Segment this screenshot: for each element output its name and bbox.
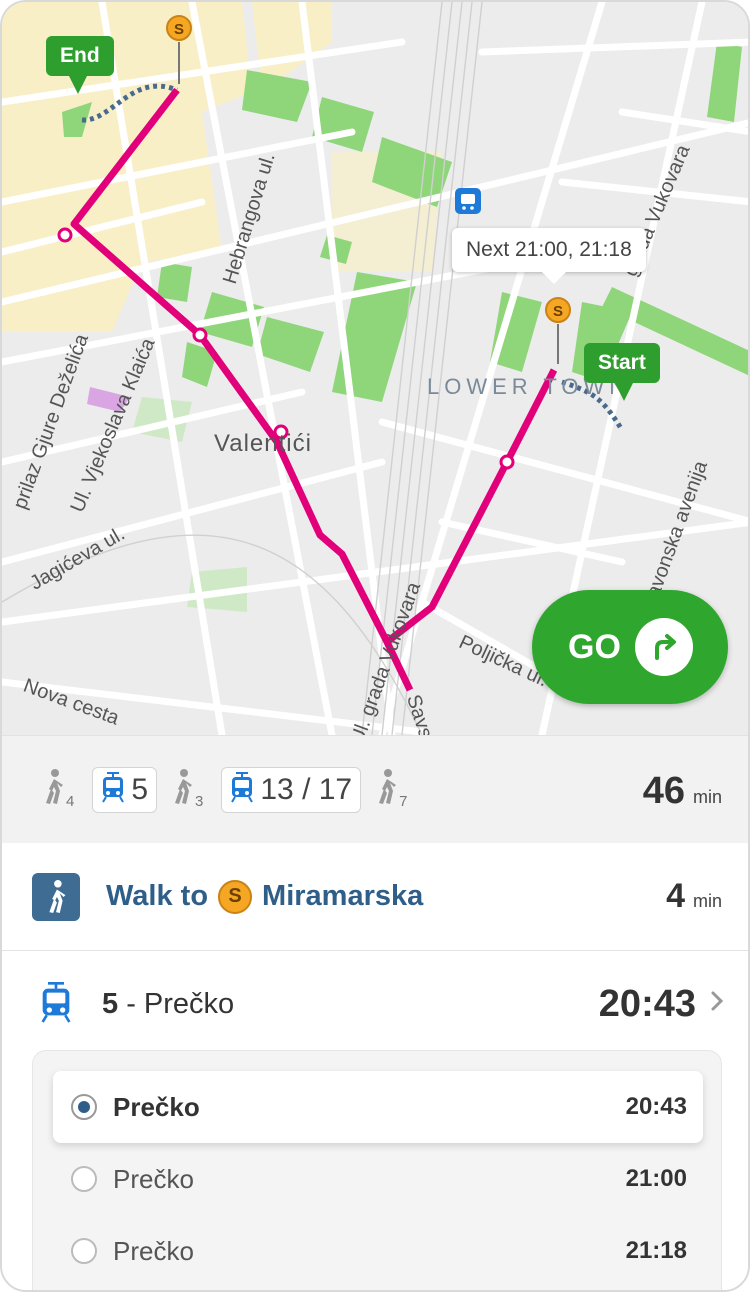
departure-option[interactable]: Prečko 20:43 xyxy=(53,1071,703,1143)
walk-step-row[interactable]: Walk to S Miramarska 4 min xyxy=(2,843,748,951)
departure-destination: Prečko xyxy=(113,1163,194,1194)
walk-destination: Miramarska xyxy=(262,880,424,912)
pedestrian-icon xyxy=(32,872,80,921)
go-label: GO xyxy=(568,627,621,666)
walk-step-text: Walk to S Miramarska xyxy=(106,879,424,914)
go-button[interactable]: GO xyxy=(532,590,728,704)
tram-line-text: 5 - Prečko xyxy=(102,988,234,1021)
departure-time: 21:00 xyxy=(625,1165,687,1192)
chevron-right-icon[interactable] xyxy=(710,990,724,1017)
total-duration: 46 min xyxy=(643,770,722,813)
tram-destination: Prečko xyxy=(143,987,235,1020)
radio-unselected-icon[interactable] xyxy=(71,1166,97,1192)
walk-minutes: 3 xyxy=(195,793,204,810)
end-marker[interactable]: End xyxy=(46,36,114,94)
walk-leg-1: 4 xyxy=(42,769,74,810)
radio-selected-icon[interactable] xyxy=(71,1094,97,1120)
tram-departure-time: 20:43 xyxy=(598,982,696,1025)
departure-options: Prečko 20:43 Prečko 21:00 Prečko 21:18 xyxy=(32,1050,722,1290)
walk-leg-2: 3 xyxy=(171,769,203,810)
departure-time: 21:18 xyxy=(625,1237,687,1264)
tram-line-number: 5 xyxy=(131,772,149,806)
tram-icon xyxy=(230,771,254,808)
route-map[interactable]: S S Hebrangova ul. prilaz Gjure Deželića… xyxy=(2,2,748,735)
route-summary[interactable]: 4 5 3 13 / 17 7 46 min xyxy=(2,735,748,843)
departure-option[interactable]: Prečko 21:18 xyxy=(53,1215,703,1287)
tram-line-number: 5 xyxy=(102,987,119,1020)
tram-icon xyxy=(40,979,72,1030)
stop-symbol: S xyxy=(174,21,184,38)
tram-step-row[interactable]: 5 - Prečko 20:43 xyxy=(2,952,748,1056)
walk-icon xyxy=(171,769,193,810)
stop-symbol: S xyxy=(553,303,563,320)
stop-icon: S xyxy=(218,879,253,914)
tram-icon xyxy=(101,771,125,808)
walk-duration: 4 min xyxy=(666,877,722,916)
tram-line-number: 13 / 17 xyxy=(260,772,353,806)
area-label-valentici: Valentići xyxy=(214,430,312,457)
departure-time: 20:43 xyxy=(625,1093,687,1120)
total-minutes: 46 xyxy=(642,770,685,812)
radio-unselected-icon[interactable] xyxy=(71,1238,97,1264)
walk-step-unit: min xyxy=(692,891,722,911)
walk-icon xyxy=(375,769,397,810)
departure-destination: Prečko xyxy=(113,1235,194,1266)
next-departures-tooltip: Next 21:00, 21:18 xyxy=(452,228,646,284)
tram-separator: - xyxy=(118,987,144,1020)
start-marker[interactable]: Start xyxy=(584,343,660,401)
departure-destination: Prečko xyxy=(113,1091,200,1122)
total-unit: min xyxy=(692,787,722,807)
walk-minutes: 4 xyxy=(66,793,75,810)
departure-option[interactable]: Prečko 21:00 xyxy=(53,1143,703,1215)
walk-prefix: Walk to xyxy=(106,880,209,912)
tram-leg-2: 13 / 17 xyxy=(221,766,362,813)
tram-leg-1: 5 xyxy=(92,766,158,813)
walk-step-minutes: 4 xyxy=(666,877,685,915)
walk-leg-3: 7 xyxy=(375,769,407,810)
turn-right-arrow-icon xyxy=(634,618,693,676)
walk-icon xyxy=(42,769,64,810)
walk-minutes: 7 xyxy=(399,793,408,810)
app-frame: S S Hebrangova ul. prilaz Gjure Deželića… xyxy=(0,0,750,1292)
